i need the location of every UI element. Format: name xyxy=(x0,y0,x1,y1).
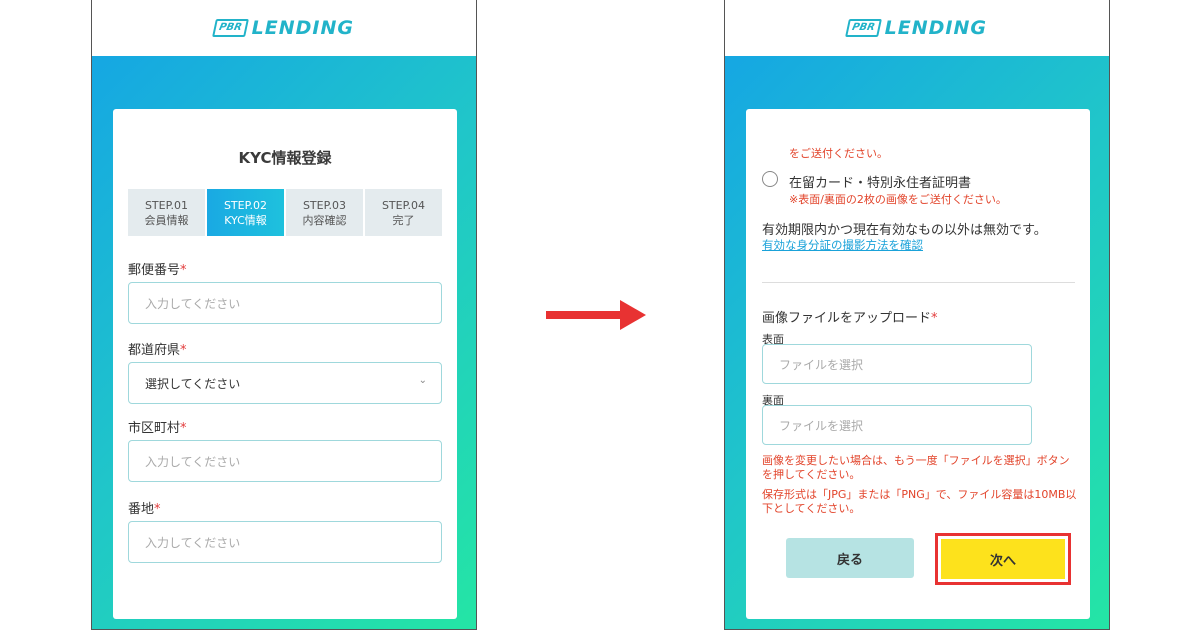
change-image-note: 画像を変更したい場合は、もう一度「ファイルを選択」ボタンを押してください。 xyxy=(762,454,1070,481)
placeholder: 入力してください xyxy=(145,535,241,550)
required-mark: * xyxy=(180,343,187,358)
step-label: 内容確認 xyxy=(302,213,347,227)
app-logo: PBR LENDING xyxy=(212,17,354,39)
divider xyxy=(762,282,1075,283)
back-button[interactable]: 戻る xyxy=(786,538,914,578)
label-text: 郵便番号 xyxy=(128,263,181,278)
step-label: 完了 xyxy=(392,213,415,227)
step-2: STEP.02 KYC情報 xyxy=(207,189,284,236)
upload-label: 画像ファイルをアップロード* xyxy=(762,307,938,326)
label-text: 番地 xyxy=(128,502,155,517)
app-header: PBR LENDING xyxy=(725,0,1109,56)
city-label: 市区町村* xyxy=(128,417,187,436)
top-note: をご送付ください。 xyxy=(789,147,888,160)
back-file-input[interactable]: ファイルを選択 xyxy=(762,405,1032,445)
front-file-input[interactable]: ファイルを選択 xyxy=(762,344,1032,384)
radio-note: ※表面/裏面の2枚の画像をご送付ください。 xyxy=(789,193,1007,206)
kyc-form-screen: PBR LENDING KYC情報登録 STEP.01 会員情報 STEP.02… xyxy=(91,0,477,630)
residence-card-radio[interactable] xyxy=(762,171,778,187)
address-label: 番地* xyxy=(128,498,161,517)
prefecture-select[interactable]: 選択してください ⌄ xyxy=(128,362,442,404)
placeholder: 入力してください xyxy=(145,296,241,311)
upload-screen: PBR LENDING をご送付ください。 在留カード・特別永住者証明書 ※表面… xyxy=(724,0,1110,630)
postal-code-label: 郵便番号* xyxy=(128,259,187,278)
step-3: STEP.03 内容確認 xyxy=(286,189,363,236)
step-number: STEP.02 xyxy=(223,198,268,212)
arrow-right-icon xyxy=(546,300,646,330)
logo-text: LENDING xyxy=(251,17,354,39)
radio-label[interactable]: 在留カード・特別永住者証明書 xyxy=(789,172,971,191)
selected-value: 選択してください xyxy=(145,376,241,391)
id-photo-guide-link[interactable]: 有効な身分証の撮影方法を確認 xyxy=(762,237,923,253)
logo-badge: PBR xyxy=(212,19,249,37)
postal-code-input[interactable]: 入力してください xyxy=(128,282,442,324)
step-1: STEP.01 会員情報 xyxy=(128,189,205,236)
required-mark: * xyxy=(154,502,161,517)
placeholder: 入力してください xyxy=(145,454,241,469)
step-indicator: STEP.01 会員情報 STEP.02 KYC情報 STEP.03 内容確認 … xyxy=(128,189,442,236)
step-label: 会員情報 xyxy=(144,213,189,227)
address-input[interactable]: 入力してください xyxy=(128,521,442,563)
required-mark: * xyxy=(180,421,187,436)
logo-text: LENDING xyxy=(884,17,987,39)
city-input[interactable]: 入力してください xyxy=(128,440,442,482)
step-number: STEP.04 xyxy=(381,198,426,212)
label-text: 画像ファイルをアップロード xyxy=(762,311,932,326)
next-button[interactable]: 次へ xyxy=(935,533,1071,585)
required-mark: * xyxy=(180,263,187,278)
page-title: KYC情報登録 xyxy=(238,149,332,167)
step-label: KYC情報 xyxy=(224,213,267,227)
validity-text: 有効期限内かつ現在有効なもの以外は無効です。 xyxy=(762,223,1047,238)
step-number: STEP.03 xyxy=(302,198,347,212)
placeholder: ファイルを選択 xyxy=(779,357,864,372)
file-format-note: 保存形式は「JPG」または「PNG」で、ファイル容量は10MB以下としてください… xyxy=(762,488,1077,515)
required-mark: * xyxy=(931,311,938,326)
chevron-down-icon: ⌄ xyxy=(418,375,427,386)
placeholder: ファイルを選択 xyxy=(779,418,864,433)
app-logo: PBR LENDING xyxy=(845,17,987,39)
step-number: STEP.01 xyxy=(144,198,189,212)
form-card: KYC情報登録 STEP.01 会員情報 STEP.02 KYC情報 STEP.… xyxy=(113,109,457,619)
label-text: 市区町村 xyxy=(128,421,181,436)
form-card: をご送付ください。 在留カード・特別永住者証明書 ※表面/裏面の2枚の画像をご送… xyxy=(746,109,1090,619)
logo-badge: PBR xyxy=(845,19,882,37)
app-header: PBR LENDING xyxy=(92,0,476,56)
step-4: STEP.04 完了 xyxy=(365,189,442,236)
prefecture-label: 都道府県* xyxy=(128,339,187,358)
label-text: 都道府県 xyxy=(128,343,181,358)
